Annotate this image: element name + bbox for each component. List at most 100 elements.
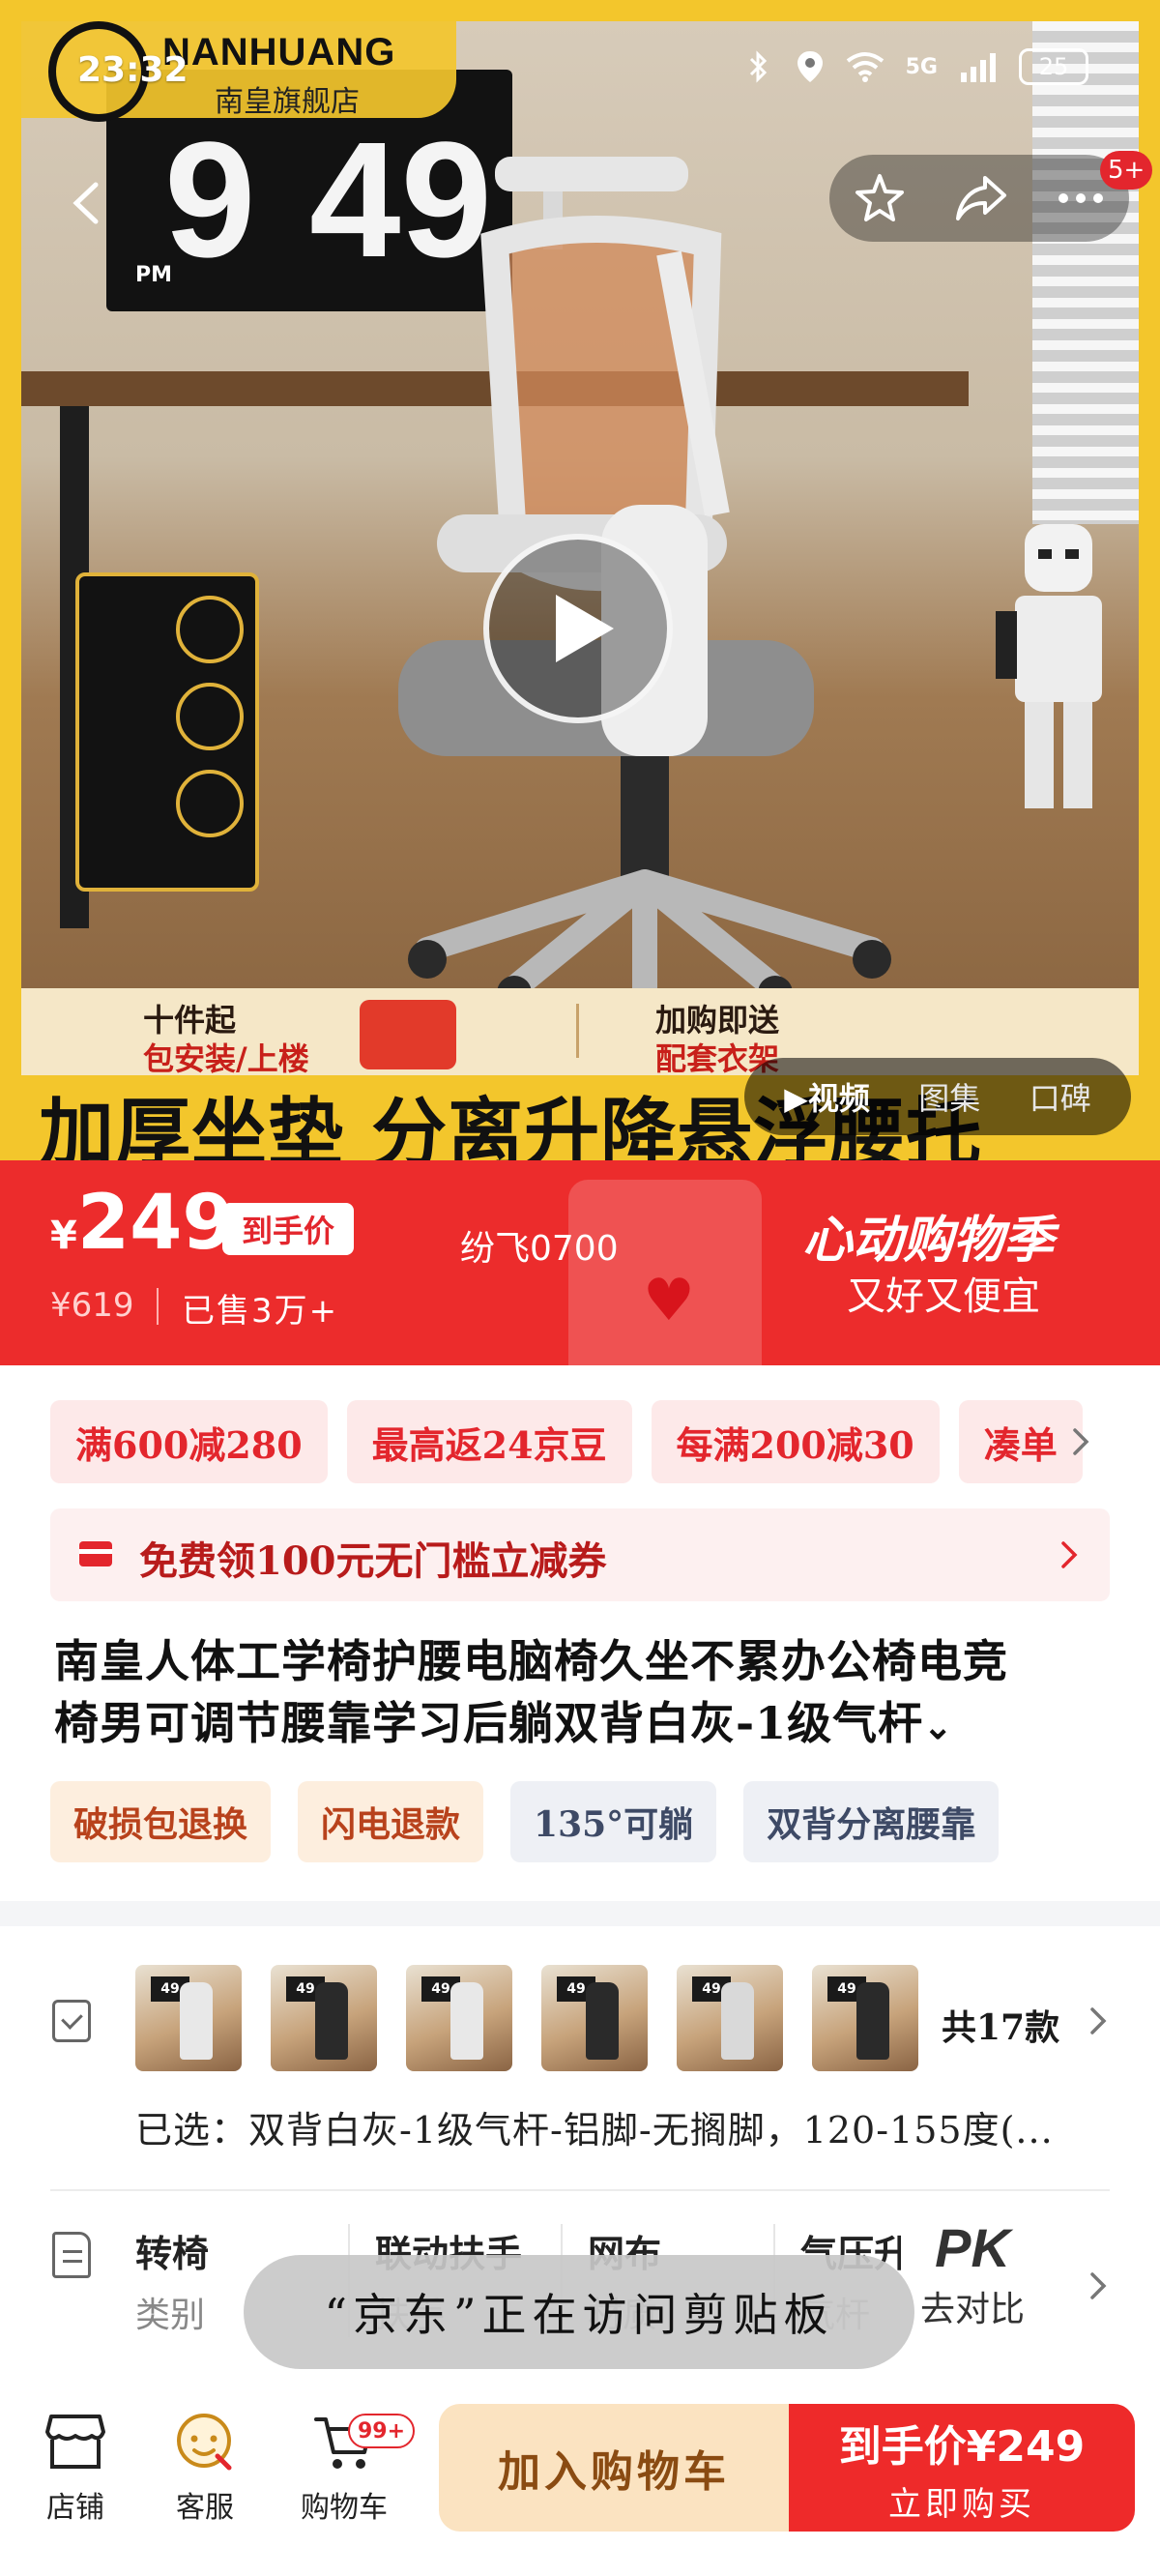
red-envelope-icon <box>360 1000 456 1069</box>
location-icon <box>797 51 823 82</box>
coupon-text: 免费领100元无门槛立减券 <box>139 1538 607 1584</box>
buy-now-price: 到手价¥249 <box>838 2421 1086 2472</box>
sku-thumbnail[interactable]: 49 <box>812 1965 918 2071</box>
chevron-right-icon <box>1073 1428 1089 1455</box>
service-tag[interactable]: 闪电退款 <box>298 1781 484 1862</box>
nav-action-group <box>829 155 1129 242</box>
product-hero-image[interactable]: 9 49 PM 十件起 包安装/上楼 加购即送 配套衣架 加厚坐垫 分离升降悬浮… <box>0 0 1160 1160</box>
battery-level: 25 <box>1038 53 1069 80</box>
price-currency: ¥ <box>50 1214 77 1258</box>
coupon-bar[interactable]: 免费领100元无门槛立减券 <box>50 1508 1110 1601</box>
selected-check-icon <box>52 2000 91 2042</box>
cart-entry[interactable]: 购物车 99+ <box>286 2404 416 2526</box>
mini-chair <box>180 1982 213 2060</box>
add-to-cart-button[interactable]: 加入购物车 <box>439 2404 789 2532</box>
pc-fan <box>176 596 244 663</box>
play-icon <box>556 595 614 662</box>
customer-service-icon <box>147 2404 263 2479</box>
buy-now-label: 立即购买 <box>888 2484 1035 2524</box>
pc-fan <box>176 770 244 837</box>
sku-thumbnail[interactable]: 49 <box>541 1965 648 2071</box>
tab-reviews[interactable]: 口碑 <box>1030 1074 1091 1119</box>
tab-video[interactable]: ▶视频 <box>784 1074 870 1119</box>
promo-chip[interactable]: 最高返24京豆 <box>346 1400 632 1483</box>
tab-gallery[interactable]: 图集 <box>918 1074 980 1119</box>
service-tag[interactable]: 135°可躺 <box>510 1781 717 1862</box>
signal-icon <box>961 53 996 82</box>
compare-label: 去对比 <box>920 2290 1026 2329</box>
divider <box>50 2189 1110 2191</box>
product-title[interactable]: 南皇人体工学椅护腰电脑椅久坐不累办公椅电竞 椅男可调节腰靠学习后躺双背白灰-1级… <box>54 1630 1117 1758</box>
service-tag[interactable]: 破损包退换 <box>50 1781 272 1862</box>
promotion-chips: 满600减280 最高返24京豆 每满200减30 凑单 <box>50 1400 1114 1483</box>
selected-sku-text[interactable]: 已选：双背白灰-1级气杆-铝脚-无搁脚，120-155度(... <box>135 2100 1131 2153</box>
store-icon <box>17 2404 133 2479</box>
chevron-left-icon <box>72 182 99 224</box>
campaign-subtitle: 又好又便宜 <box>847 1274 1040 1319</box>
toy-figure <box>996 524 1102 808</box>
clock-pm: PM <box>135 263 173 287</box>
customer-service-entry[interactable]: 客服 <box>147 2404 263 2526</box>
promo-divider <box>576 1004 579 1058</box>
bluetooth-icon <box>749 50 767 83</box>
price-value: 249 <box>76 1180 235 1267</box>
sku-count[interactable]: 共17款 <box>942 2000 1059 2050</box>
product-title-line-2-text: 椅男可调节腰靠学习后躺双背白灰-1级气杆 <box>54 1697 924 1749</box>
coupon-arrow <box>1050 1532 1088 1578</box>
chevron-right-icon <box>1090 2007 1107 2034</box>
share-icon[interactable] <box>954 174 1008 222</box>
final-price: ¥ 249 <box>50 1186 235 1261</box>
sku-thumbnail[interactable]: 49 <box>135 1965 242 2071</box>
cart-count-badge: 99+ <box>348 2414 416 2448</box>
pk-icon: PK <box>935 2217 1010 2278</box>
mini-chair <box>586 1982 619 2060</box>
section-gap <box>0 1901 1160 1926</box>
buy-now-button[interactable]: 到手价¥249 立即购买 <box>789 2404 1135 2532</box>
chevron-right-icon <box>1061 1541 1078 1568</box>
original-price: ¥619 <box>50 1286 134 1325</box>
window-blinds <box>1032 21 1139 524</box>
store-name-cn: 南皇旗舰店 <box>215 85 360 119</box>
pc-case <box>75 572 259 892</box>
back-button[interactable] <box>56 174 114 232</box>
clipboard-toast: “京东”正在访问剪贴板 <box>244 2255 914 2369</box>
compare-button[interactable]: PK 去对比 <box>920 2216 1025 2331</box>
video-play-button[interactable] <box>483 534 673 723</box>
sku-more-button[interactable] <box>1081 1998 1116 2044</box>
store-label: 店铺 <box>46 2491 104 2525</box>
status-icons: 5G 25 <box>741 48 1088 85</box>
price-banner: ¥ 249 到手价 ¥619 已售3万+ 纷飞0700 ♥ 心动购物季 又好又便… <box>0 1160 1160 1365</box>
sold-count: 已售3万+ <box>182 1292 339 1331</box>
chevron-down-icon[interactable]: ⌄ <box>923 1707 953 1747</box>
wifi-icon <box>846 52 884 82</box>
promo-chip[interactable]: 满600减280 <box>50 1400 328 1483</box>
network-type: 5G <box>905 54 938 79</box>
customer-service-label: 客服 <box>176 2491 234 2525</box>
store-entry[interactable]: 店铺 <box>17 2404 133 2526</box>
price-separator <box>157 1288 159 1325</box>
document-icon <box>52 2232 91 2278</box>
favorite-star-icon[interactable] <box>854 172 906 224</box>
promotions-more-button[interactable] <box>1061 1418 1100 1466</box>
sku-thumbnail[interactable]: 49 <box>271 1965 377 2071</box>
media-tabs: ▶视频 图集 口碑 <box>744 1058 1131 1135</box>
notification-badge: 5+ <box>1100 151 1153 190</box>
product-title-line-1: 南皇人体工学椅护腰电脑椅久坐不累办公椅电竞 <box>54 1635 1008 1687</box>
sku-thumbnail[interactable]: 49 <box>677 1965 783 2071</box>
status-time: 23:32 <box>77 50 188 90</box>
mini-chair <box>856 1982 889 2060</box>
product-title-line-2: 椅男可调节腰靠学习后躺双背白灰-1级气杆⌄ <box>54 1692 1117 1758</box>
more-menu-icon[interactable] <box>1057 191 1105 205</box>
promo-chip[interactable]: 每满200减30 <box>651 1400 940 1483</box>
cart-label: 购物车 <box>301 2491 388 2525</box>
heart-icon: ♥ <box>643 1267 695 1334</box>
mini-chair <box>721 1982 754 2060</box>
spec-more-button[interactable] <box>1081 2263 1116 2309</box>
campaign-title: 心动购物季 <box>802 1212 1055 1270</box>
final-price-tag: 到手价 <box>222 1203 355 1255</box>
sku-thumbnail[interactable]: 49 <box>406 1965 512 2071</box>
service-tags: 破损包退换 闪电退款 135°可躺 双背分离腰靠 <box>50 1781 1000 1862</box>
mini-chair <box>450 1982 483 2060</box>
service-tag[interactable]: 双背分离腰靠 <box>743 1781 1000 1862</box>
clock-hour: 9 <box>164 108 256 292</box>
